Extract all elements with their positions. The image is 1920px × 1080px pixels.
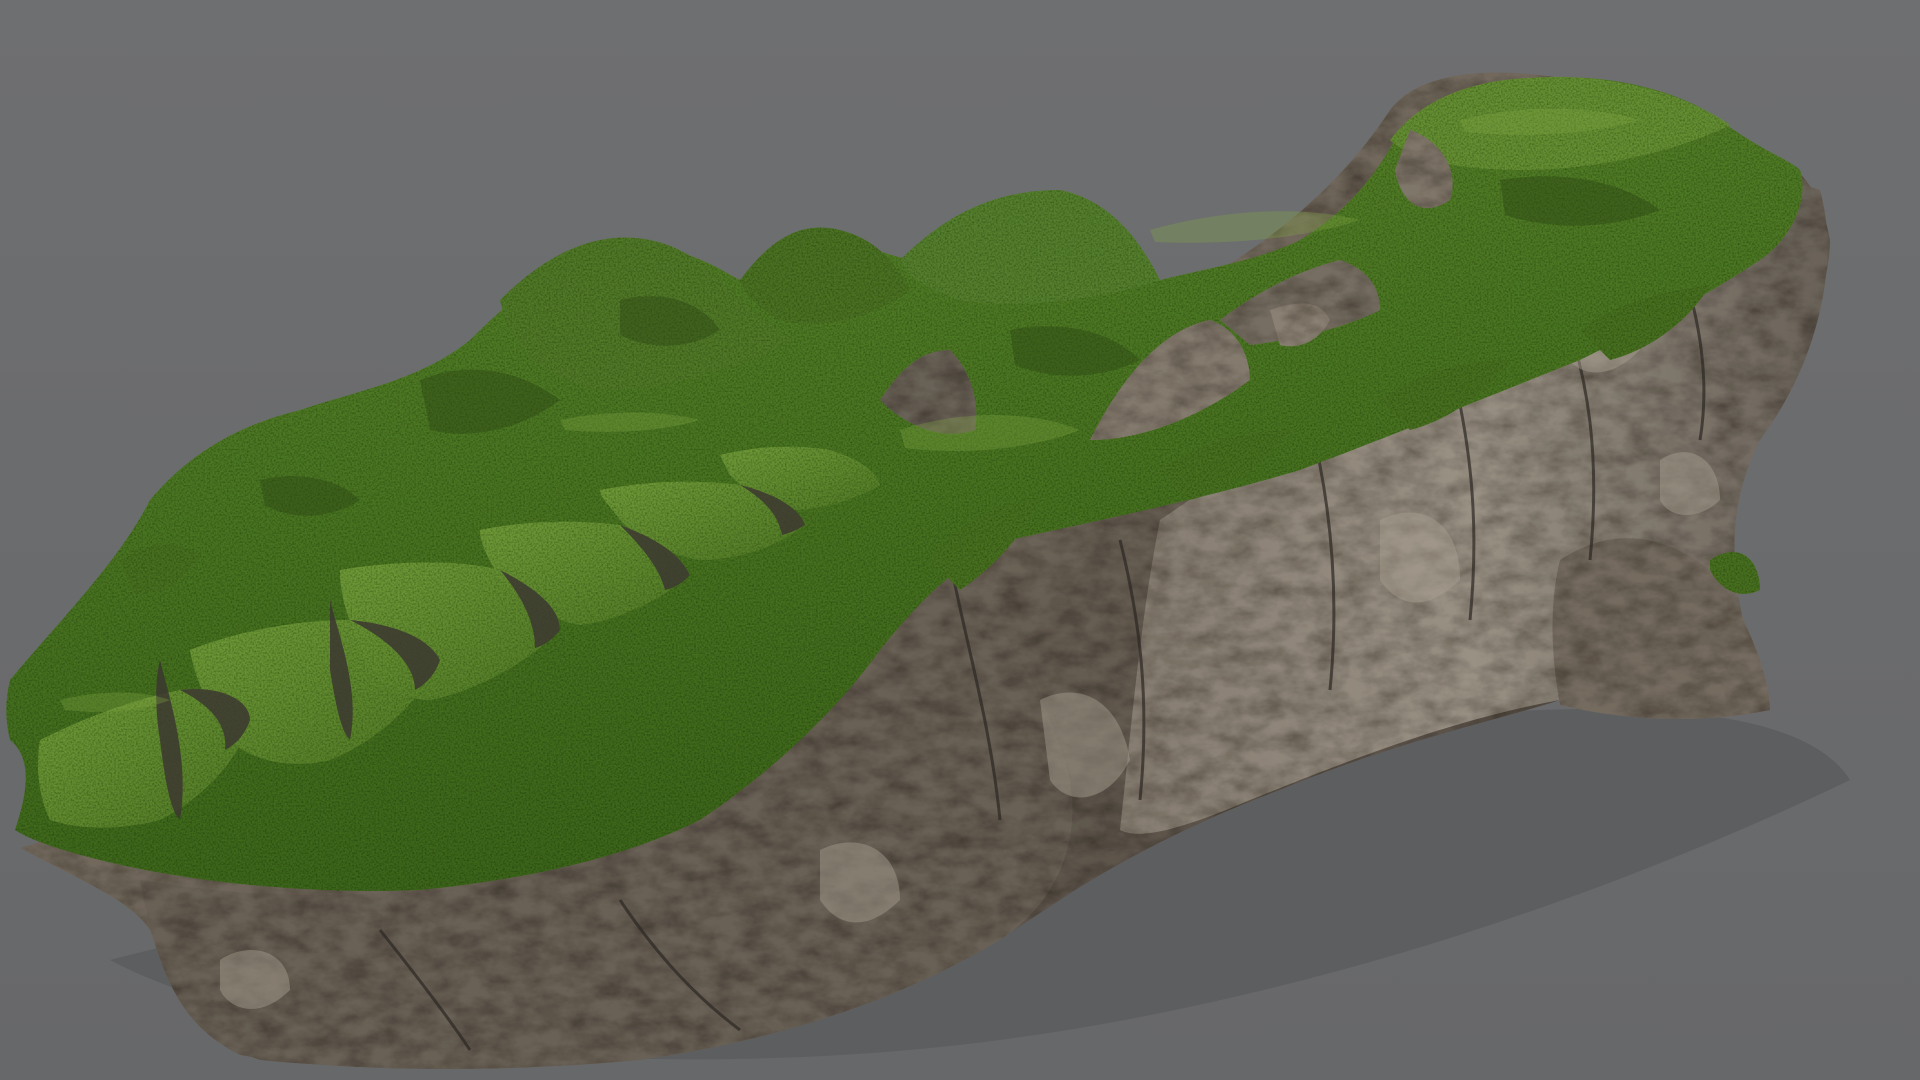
render-grain [0, 0, 1920, 1080]
rock-model-render [0, 0, 1920, 1080]
viewport-3d[interactable] [0, 0, 1920, 1080]
